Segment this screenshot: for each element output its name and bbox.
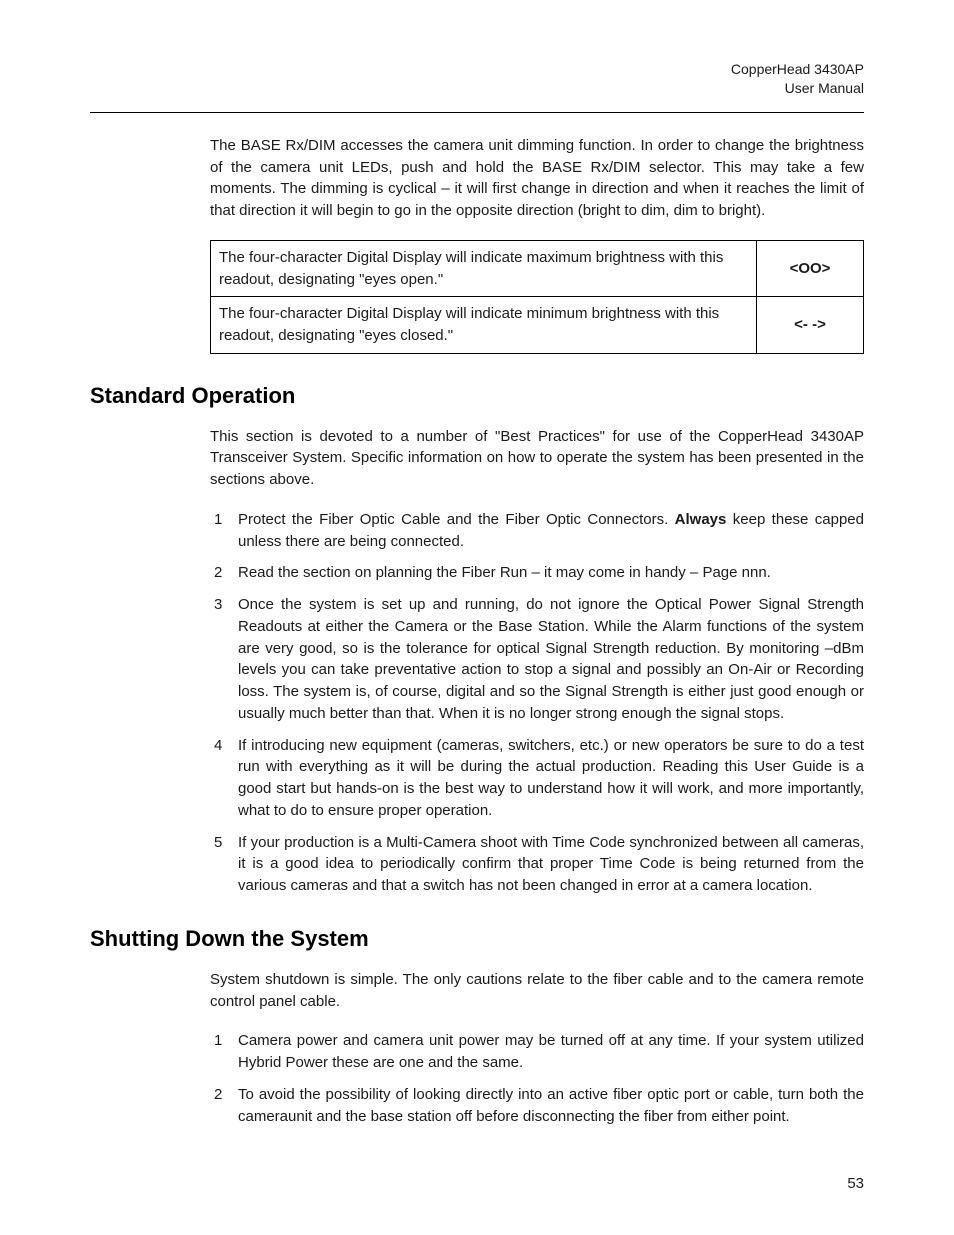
display-symbol: <OO> bbox=[757, 240, 864, 297]
shutting-down-intro: System shutdown is simple. The only caut… bbox=[210, 969, 864, 1013]
list-text-pre: Read the section on planning the Fiber R… bbox=[238, 564, 771, 581]
list-item: Once the system is set up and running, d… bbox=[210, 594, 864, 725]
shutting-down-heading: Shutting Down the System bbox=[90, 923, 864, 955]
table-row: The four-character Digital Display will … bbox=[211, 297, 864, 354]
standard-operation-heading: Standard Operation bbox=[90, 380, 864, 412]
list-item: If introducing new equipment (cameras, s… bbox=[210, 735, 864, 822]
display-desc: The four-character Digital Display will … bbox=[211, 240, 757, 297]
display-table: The four-character Digital Display will … bbox=[210, 240, 864, 354]
list-item: To avoid the possibility of looking dire… bbox=[210, 1084, 864, 1128]
page-header: CopperHead 3430AP User Manual bbox=[90, 60, 864, 98]
list-item: Read the section on planning the Fiber R… bbox=[210, 562, 864, 584]
display-symbol: <- -> bbox=[757, 297, 864, 354]
list-item: If your production is a Multi-Camera sho… bbox=[210, 832, 864, 897]
standard-operation-list: Protect the Fiber Optic Cable and the Fi… bbox=[210, 509, 864, 897]
table-row: The four-character Digital Display will … bbox=[211, 240, 864, 297]
header-rule bbox=[90, 112, 864, 113]
list-item: Protect the Fiber Optic Cable and the Fi… bbox=[210, 509, 864, 553]
list-item: Camera power and camera unit power may b… bbox=[210, 1030, 864, 1074]
list-text-pre: Protect the Fiber Optic Cable and the Fi… bbox=[238, 511, 675, 528]
standard-operation-intro: This section is devoted to a number of "… bbox=[210, 426, 864, 491]
doc-type: User Manual bbox=[90, 79, 864, 98]
dimming-paragraph: The BASE Rx/DIM accesses the camera unit… bbox=[210, 135, 864, 222]
list-text-bold: Always bbox=[675, 511, 727, 528]
display-desc: The four-character Digital Display will … bbox=[211, 297, 757, 354]
list-text-pre: Once the system is set up and running, d… bbox=[238, 596, 864, 722]
shutting-down-list: Camera power and camera unit power may b… bbox=[210, 1030, 864, 1127]
list-text-pre: If introducing new equipment (cameras, s… bbox=[238, 737, 864, 819]
list-text-pre: Camera power and camera unit power may b… bbox=[238, 1032, 864, 1071]
list-text-pre: To avoid the possibility of looking dire… bbox=[238, 1086, 864, 1125]
product-name: CopperHead 3430AP bbox=[90, 60, 864, 79]
list-text-pre: If your production is a Multi-Camera sho… bbox=[238, 834, 864, 895]
page-number: 53 bbox=[847, 1173, 864, 1195]
